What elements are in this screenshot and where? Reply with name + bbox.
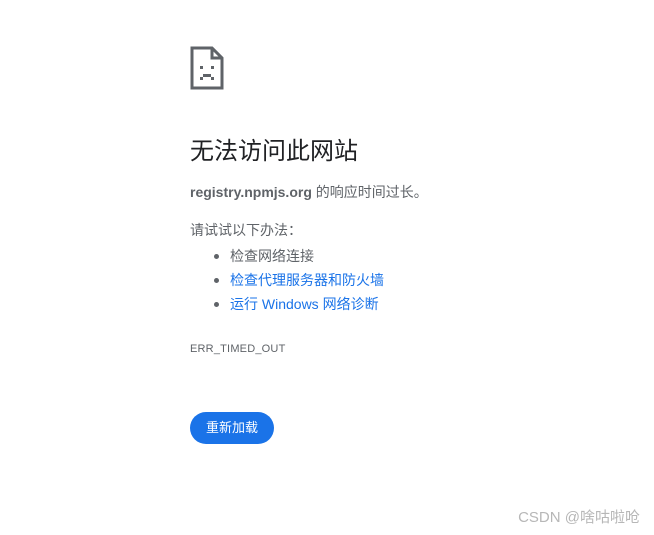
suggestion-list: 检查网络连接 检查代理服务器和防火墙 运行 Windows 网络诊断 xyxy=(190,244,610,316)
suggestion-text: 检查网络连接 xyxy=(230,248,314,264)
watermark: CSDN @啥咕啦呛 xyxy=(518,509,640,526)
page-title: 无法访问此网站 xyxy=(190,138,358,165)
check-proxy-link[interactable]: 检查代理服务器和防火墙 xyxy=(230,272,384,288)
run-diagnostics-link[interactable]: 运行 Windows 网络诊断 xyxy=(230,296,379,312)
host-name: registry.npmjs.org xyxy=(190,184,312,200)
error-description: registry.npmjs.org 的响应时间过长。 xyxy=(190,182,610,202)
sad-page-icon xyxy=(190,46,224,90)
error-content: 无法访问此网站 registry.npmjs.org 的响应时间过长。 请试试以… xyxy=(190,46,610,444)
error-code: ERR_TIMED_OUT xyxy=(190,343,286,355)
description-suffix: 的响应时间过长。 xyxy=(311,184,428,200)
reload-button[interactable]: 重新加载 xyxy=(190,412,275,444)
try-label: 请试试以下办法： xyxy=(190,222,302,238)
suggestion-item-run-diagnostics: 运行 Windows 网络诊断 xyxy=(214,292,610,316)
suggestion-item-check-proxy: 检查代理服务器和防火墙 xyxy=(214,268,610,292)
error-page: 无法访问此网站 registry.npmjs.org 的响应时间过长。 请试试以… xyxy=(0,0,654,535)
suggestion-item-check-network: 检查网络连接 xyxy=(214,244,610,268)
